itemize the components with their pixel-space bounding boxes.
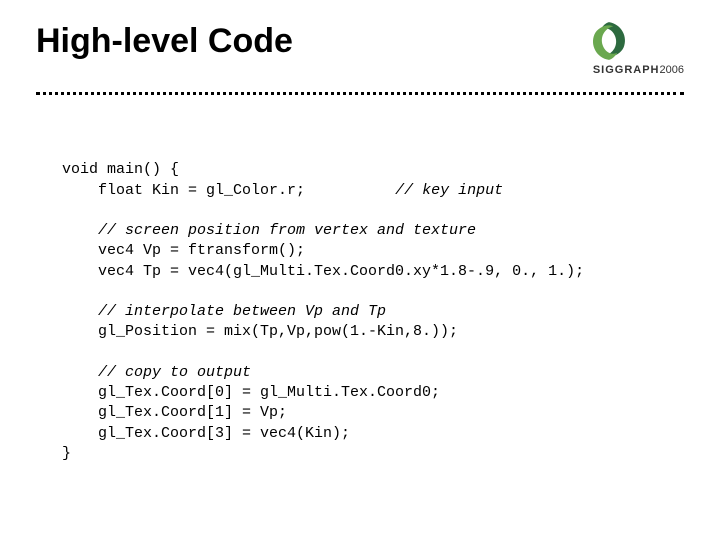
code-line: }: [62, 445, 71, 462]
slide: High-level Code SIGGRAPH2006 void main()…: [0, 0, 720, 540]
code-line: void main() {: [62, 161, 179, 178]
logo-wordmark: SIGGRAPH: [593, 64, 660, 76]
code-fragment: float Kin = gl_Color.r;: [98, 182, 305, 199]
code-line: float Kin = gl_Color.r; // key input: [62, 182, 503, 199]
logo-year: 2006: [660, 64, 684, 76]
siggraph-logo: SIGGRAPH2006: [554, 20, 684, 80]
code-line: vec4 Vp = ftransform();: [62, 242, 305, 259]
code-comment: // screen position from vertex and textu…: [62, 222, 476, 239]
code-line: gl_Tex.Coord[3] = vec4(Kin);: [62, 425, 350, 442]
code-block: void main() { float Kin = gl_Color.r; //…: [62, 140, 680, 464]
code-line: gl_Position = mix(Tp,Vp,pow(1.-Kin,8.));: [62, 323, 458, 340]
swirl-icon: [588, 20, 630, 62]
page-title: High-level Code: [36, 22, 293, 61]
code-line: gl_Tex.Coord[1] = Vp;: [62, 404, 287, 421]
code-comment: // copy to output: [62, 364, 251, 381]
logo-text: SIGGRAPH2006: [593, 64, 684, 76]
code-line: gl_Tex.Coord[0] = gl_Multi.Tex.Coord0;: [62, 384, 440, 401]
code-comment: // interpolate between Vp and Tp: [62, 303, 386, 320]
code-comment: // key input: [395, 182, 503, 199]
divider: [36, 92, 684, 95]
code-line: vec4 Tp = vec4(gl_Multi.Tex.Coord0.xy*1.…: [62, 263, 584, 280]
